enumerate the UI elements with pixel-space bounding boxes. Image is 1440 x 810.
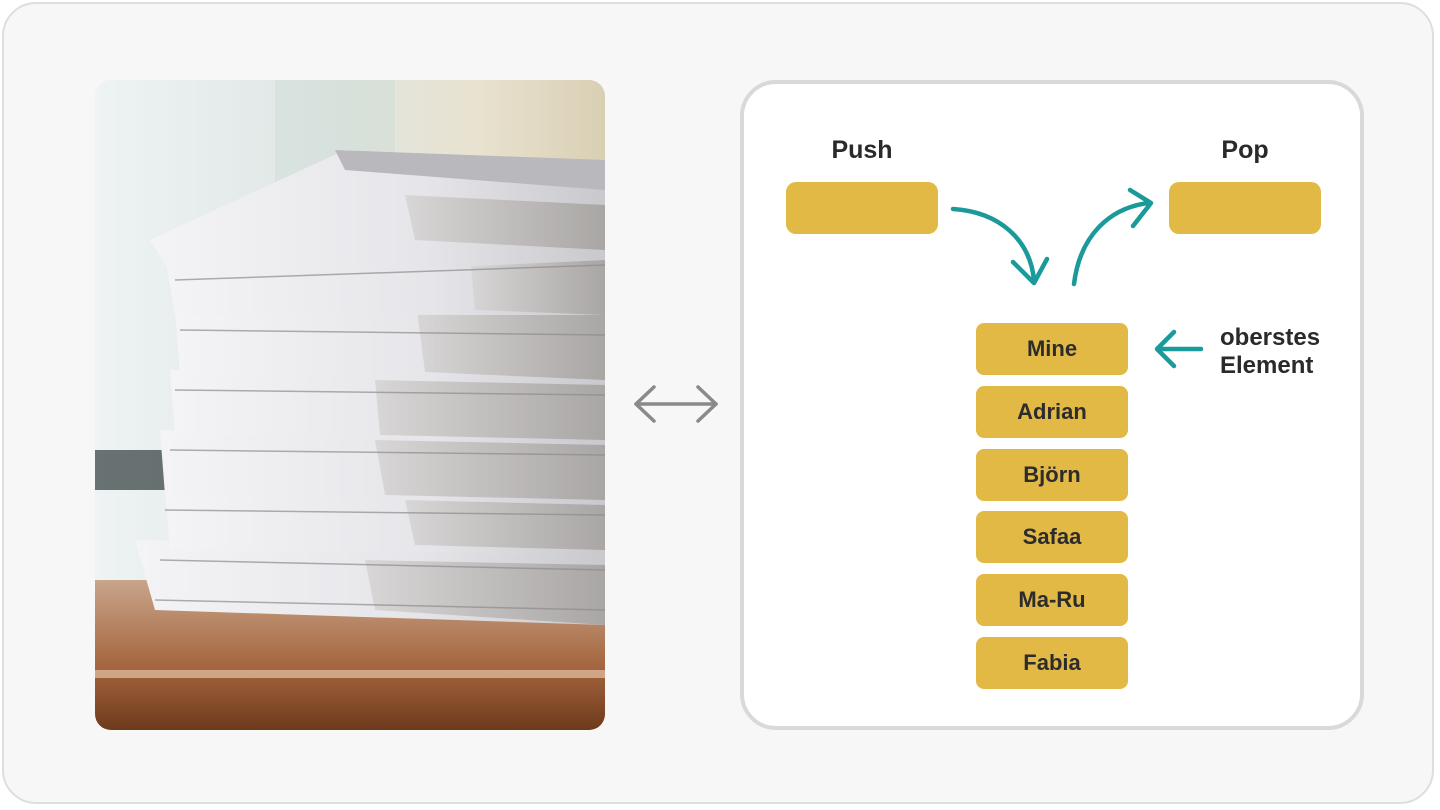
stack-item: Björn: [976, 449, 1128, 501]
top-element-note: oberstes Element: [1220, 324, 1350, 380]
paper-stack-photo: [95, 80, 605, 730]
pop-element-block: [1169, 182, 1321, 234]
stack-item: Ma-Ru: [976, 574, 1128, 626]
stack-item: Mine: [976, 323, 1128, 375]
stack-item: Adrian: [976, 386, 1128, 438]
stack-item: Safaa: [976, 511, 1128, 563]
push-element-block: [786, 182, 938, 234]
double-headed-arrow-icon: [634, 385, 718, 423]
top-note-line-2: Element: [1220, 352, 1314, 379]
pop-label: Pop: [1221, 136, 1269, 164]
top-note-line-1: oberstes: [1220, 324, 1321, 351]
push-label: Push: [831, 136, 893, 164]
stack-item: Fabia: [976, 637, 1128, 689]
